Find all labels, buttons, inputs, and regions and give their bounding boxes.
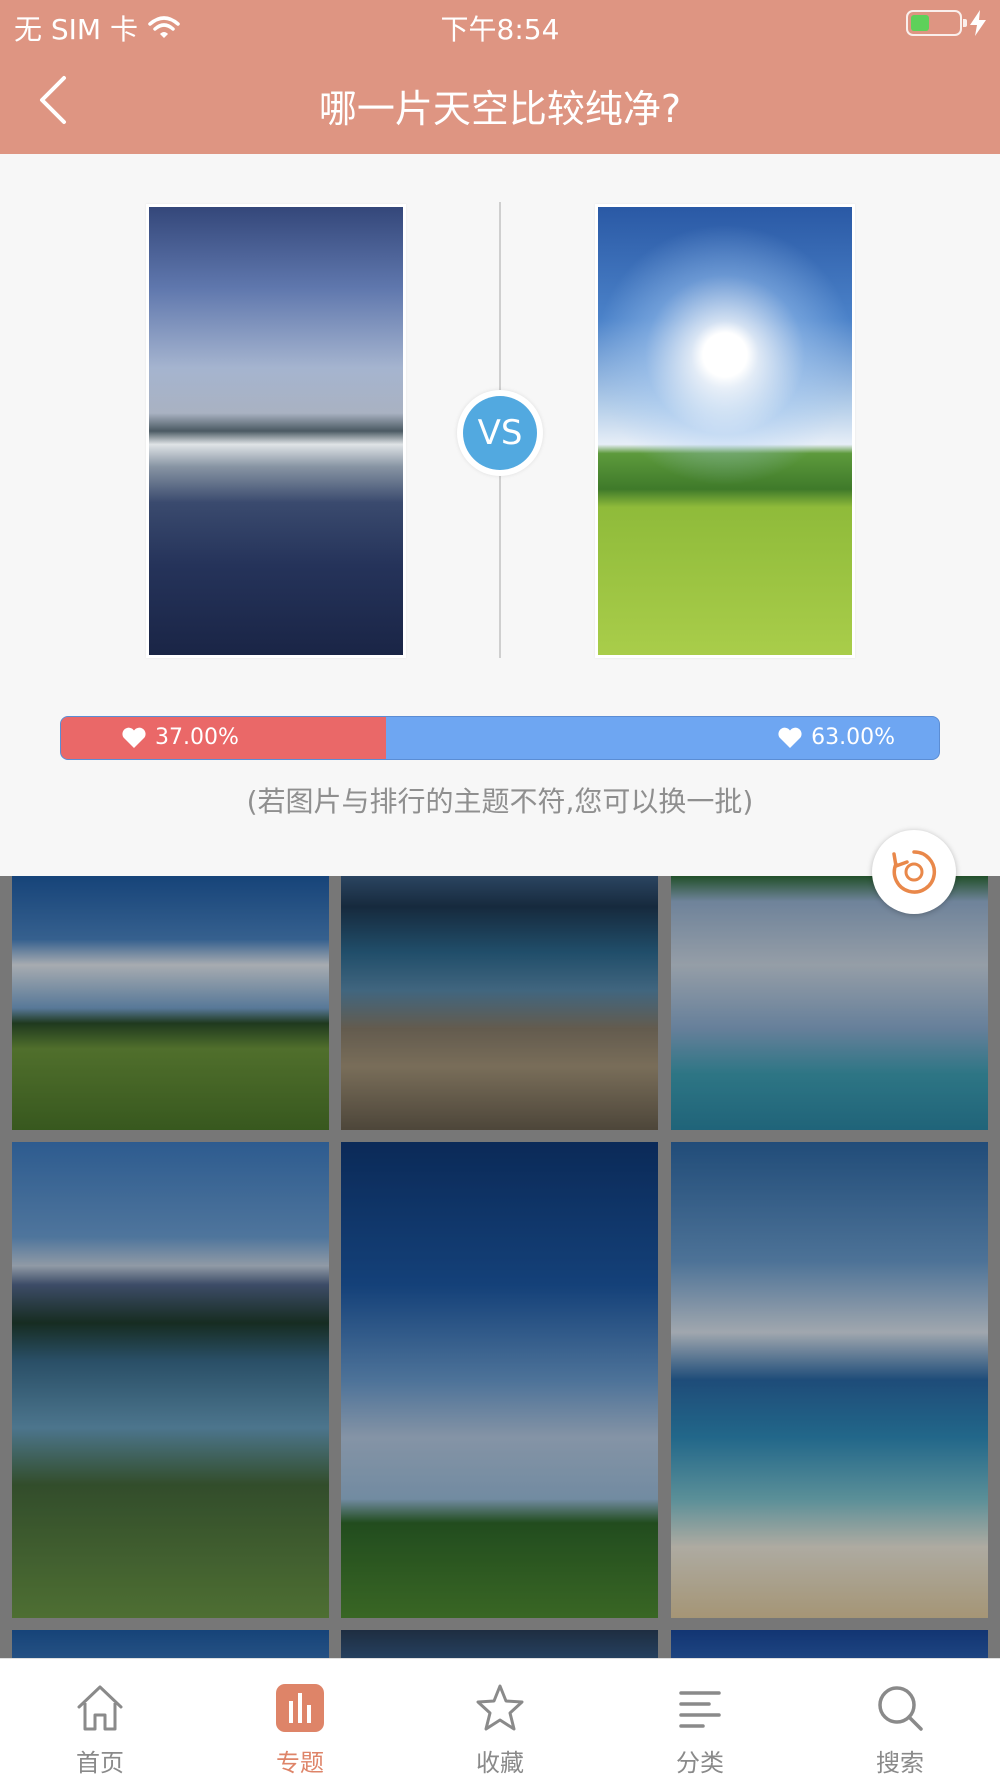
grid-image[interactable] (341, 876, 658, 1130)
refresh-batch-button[interactable] (872, 830, 956, 914)
field-photo (598, 207, 852, 655)
tab-label: 首页 (76, 1749, 124, 1777)
status-bar: 无 SIM 卡 下午8:54 (0, 0, 1000, 50)
tab-topics[interactable]: 专题 (200, 1659, 400, 1778)
right-vote-percent: 63.00% (811, 725, 895, 750)
grid-image[interactable] (671, 1630, 988, 1658)
refresh-icon (892, 850, 937, 894)
right-candidate-image[interactable] (595, 204, 855, 658)
grid-image[interactable] (12, 1142, 329, 1618)
search-icon (878, 1686, 923, 1731)
list-icon (679, 1691, 721, 1728)
home-icon (77, 1685, 123, 1731)
page-title: 哪一片天空比较纯净? (318, 87, 682, 131)
grid-image[interactable] (12, 1630, 329, 1658)
header: 无 SIM 卡 下午8:54 哪一片天空比较纯净? (0, 0, 1000, 154)
tab-search[interactable]: 搜索 (800, 1659, 1000, 1778)
bar-chart-icon (276, 1684, 324, 1732)
battery-level (911, 15, 930, 31)
heart-icon (778, 727, 802, 748)
nav-bar: 哪一片天空比较纯净? (0, 50, 1000, 154)
heart-icon (122, 727, 146, 748)
grid-image[interactable] (12, 876, 329, 1130)
image-grid (0, 876, 1000, 1658)
charging-bolt-icon (970, 10, 986, 36)
left-vote-percent: 37.00% (155, 725, 239, 750)
status-time: 下午8:54 (440, 13, 560, 46)
vote-progress-bar: 37.00% 63.00% (60, 716, 940, 760)
grid-image[interactable] (341, 1630, 658, 1658)
harbor-photo (149, 207, 403, 655)
tab-home[interactable]: 首页 (0, 1659, 200, 1778)
left-candidate-image[interactable] (146, 204, 406, 658)
tab-bar: 首页 专题 收藏 分类 搜索 (0, 1658, 1000, 1778)
tab-favorites[interactable]: 收藏 (400, 1659, 600, 1778)
star-icon (476, 1684, 524, 1731)
tab-label: 收藏 (476, 1749, 524, 1777)
app-screen: 无 SIM 卡 下午8:54 哪一片天空比较纯净? VS 37.00% 63.0… (0, 0, 1000, 1778)
tab-label: 搜索 (876, 1749, 924, 1777)
tab-label: 分类 (676, 1749, 724, 1777)
tab-label: 专题 (276, 1749, 324, 1777)
battery-icon (906, 10, 967, 36)
compare-panel: VS 37.00% 63.00% (若图片与排行的主题不符,您可以换一批) (0, 154, 1000, 876)
grid-image[interactable] (341, 1142, 658, 1618)
vs-badge: VS (457, 390, 543, 476)
tab-categories[interactable]: 分类 (600, 1659, 800, 1778)
grid-image[interactable] (671, 1142, 988, 1618)
replace-hint: (若图片与排行的主题不符,您可以换一批) (246, 785, 754, 818)
grid-image[interactable] (671, 876, 988, 1130)
